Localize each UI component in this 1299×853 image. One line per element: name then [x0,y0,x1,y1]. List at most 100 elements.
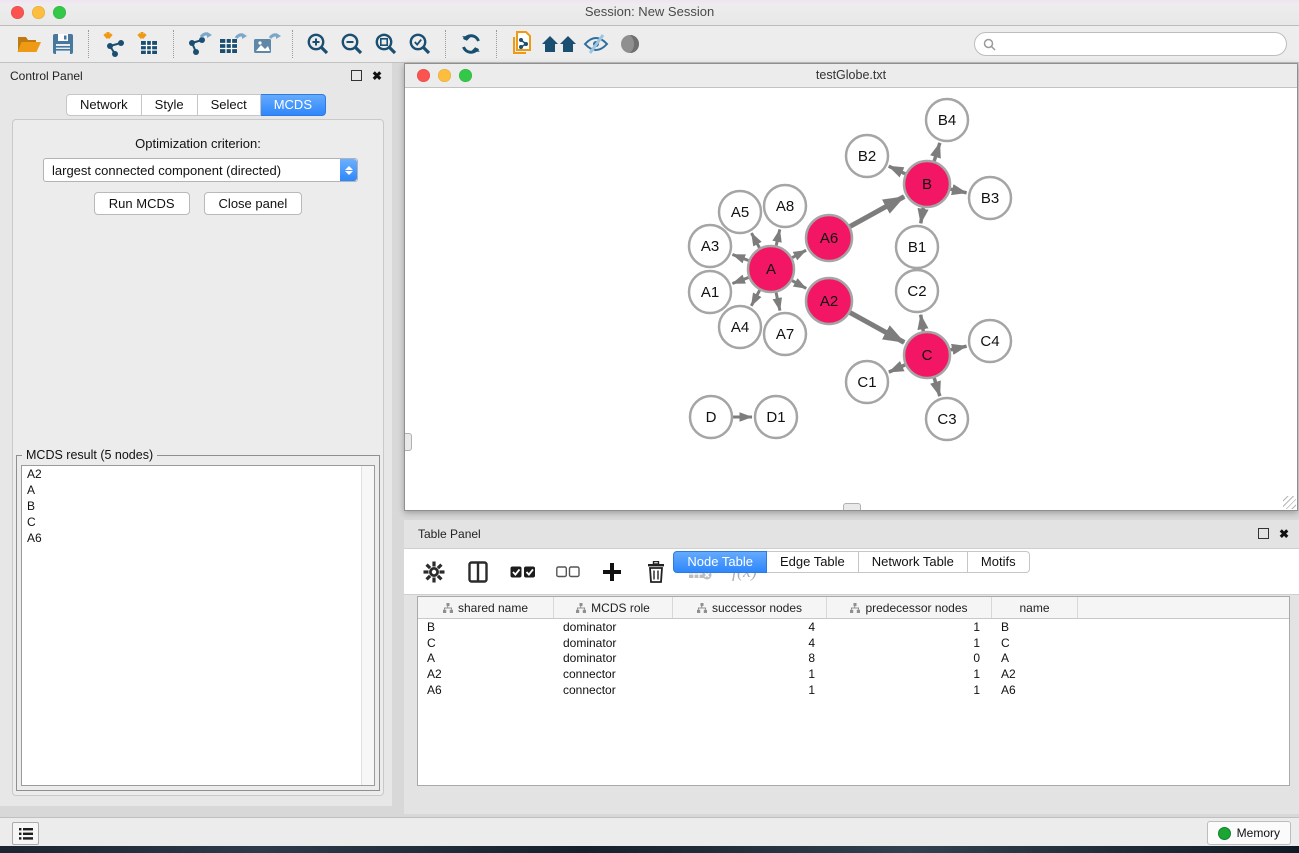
open-session-icon[interactable] [12,29,46,59]
svg-text:C: C [922,347,933,364]
edge-A-A5[interactable] [751,233,759,248]
node-A[interactable]: A [748,246,794,292]
tab-select[interactable]: Select [198,94,261,116]
search-input[interactable] [1001,36,1278,52]
node-D[interactable]: D [690,396,732,438]
close-panel-icon[interactable]: ✖ [372,71,382,81]
edge-A2-C[interactable] [850,313,904,343]
edge-A-A4[interactable] [751,290,759,306]
node-C[interactable]: C [904,332,950,378]
mcds-result-item[interactable]: A6 [22,530,374,546]
first-neighbors-icon[interactable] [539,29,579,59]
node-B4[interactable]: B4 [926,99,968,141]
edge-A-A8[interactable] [776,229,780,245]
mcds-result-item[interactable]: A [22,482,374,498]
edge-B-B1[interactable] [921,208,923,224]
node-C3[interactable]: C3 [926,398,968,440]
network-canvas[interactable]: B4 B2 B B3 A5 A8 A6 A3 A B1 A1 A2 C2 A4A7 C4 C C1 C3 D D1 [405,88,1297,510]
node-A3[interactable]: A3 [689,225,731,267]
node-A2[interactable]: A2 [806,278,852,324]
scrollbar-track[interactable] [361,466,374,785]
export-table-icon[interactable] [216,29,250,59]
edge-C-C4[interactable] [950,346,966,350]
zoom-selected-icon[interactable] [403,29,437,59]
edge-A-A3[interactable] [732,254,748,260]
node-C1[interactable]: C1 [846,361,888,403]
status-bar: Memory [0,817,1299,847]
application-window: Session: New Session [0,0,1299,853]
edge-A-A1[interactable] [732,277,748,283]
node-C4[interactable]: C4 [969,320,1011,362]
node-A8[interactable]: A8 [764,185,806,227]
network-graph[interactable]: B4 B2 B B3 A5 A8 A6 A3 A B1 A1 A2 C2 A4A7 C4 C C1 C3 D D1 [405,88,1297,510]
panel-grip-left[interactable] [405,433,412,451]
panel-grip-bottom[interactable] [843,503,861,510]
edge-C-C3[interactable] [934,378,940,396]
mcds-tab-content: Optimization criterion: largest connecte… [12,119,384,796]
node-B3[interactable]: B3 [969,177,1011,219]
close-panel-button[interactable]: Close panel [204,192,303,215]
svg-text:B: B [922,176,932,193]
svg-text:B4: B4 [938,112,956,129]
node-A6[interactable]: A6 [806,215,852,261]
run-mcds-button[interactable]: Run MCDS [94,192,190,215]
save-session-icon[interactable] [46,29,80,59]
node-B1[interactable]: B1 [896,226,938,268]
node-D1[interactable]: D1 [755,396,797,438]
zoom-out-icon[interactable] [335,29,369,59]
toolbar-separator [445,30,446,58]
memory-button[interactable]: Memory [1207,821,1291,845]
table-tab-edge-table[interactable]: Edge Table [767,551,859,573]
export-image-icon[interactable] [250,29,284,59]
table-panel-title: Table Panel [418,527,481,541]
memory-label: Memory [1237,826,1280,840]
zoom-fit-icon[interactable] [369,29,403,59]
table-tab-network-table[interactable]: Network Table [859,551,968,573]
edge-A-A7[interactable] [776,292,780,310]
table-tab-node-table[interactable]: Node Table [673,551,767,573]
table-tab-motifs[interactable]: Motifs [968,551,1030,573]
node-A4[interactable]: A4 [719,306,761,348]
tab-network[interactable]: Network [66,94,142,116]
float-panel-icon[interactable] [351,70,362,81]
zoom-in-icon[interactable] [301,29,335,59]
edge-C-C2[interactable] [921,315,924,332]
svg-text:D1: D1 [766,409,785,426]
refresh-layout-icon[interactable] [454,29,488,59]
close-table-panel-icon[interactable]: ✖ [1279,529,1289,539]
toolbar-separator [496,30,497,58]
show-graphics-details-eye-icon[interactable] [613,29,647,59]
import-table-icon[interactable] [131,29,165,59]
node-C2[interactable]: C2 [896,270,938,312]
clone-network-icon[interactable] [505,29,539,59]
task-history-button[interactable] [12,822,39,845]
import-network-icon[interactable] [97,29,131,59]
edge-C-C1[interactable] [889,365,905,372]
node-B[interactable]: B [904,161,950,207]
search-box[interactable] [974,32,1287,56]
hide-selected-eye-slash-icon[interactable] [579,29,613,59]
mcds-result-list[interactable]: A2ABCA6 [21,465,375,786]
edge-A6-B[interactable] [850,197,904,227]
mcds-result-item[interactable]: A2 [22,466,374,482]
node-A1[interactable]: A1 [689,271,731,313]
mcds-result-item[interactable]: C [22,514,374,530]
edge-B-B2[interactable] [889,166,906,174]
table-tabs: Node TableEdge TableNetwork TableMotifs [404,551,1299,811]
edge-A-A2[interactable] [792,281,806,289]
network-window-titlebar[interactable]: testGlobe.txt [405,64,1297,88]
node-B2[interactable]: B2 [846,135,888,177]
tab-style[interactable]: Style [142,94,198,116]
tab-mcds[interactable]: MCDS [261,94,326,116]
float-table-panel-icon[interactable] [1258,528,1269,539]
export-network-icon[interactable] [182,29,216,59]
edge-A-A6[interactable] [792,250,806,257]
node-A7[interactable]: A7 [764,313,806,355]
svg-text:A8: A8 [776,198,794,215]
edge-B-B4[interactable] [934,143,940,161]
edge-B-B3[interactable] [950,189,966,193]
criterion-dropdown[interactable]: largest connected component (directed) [43,158,358,182]
node-A5[interactable]: A5 [719,191,761,233]
mcds-result-item[interactable]: B [22,498,374,514]
window-resize-grip[interactable] [1283,496,1296,509]
